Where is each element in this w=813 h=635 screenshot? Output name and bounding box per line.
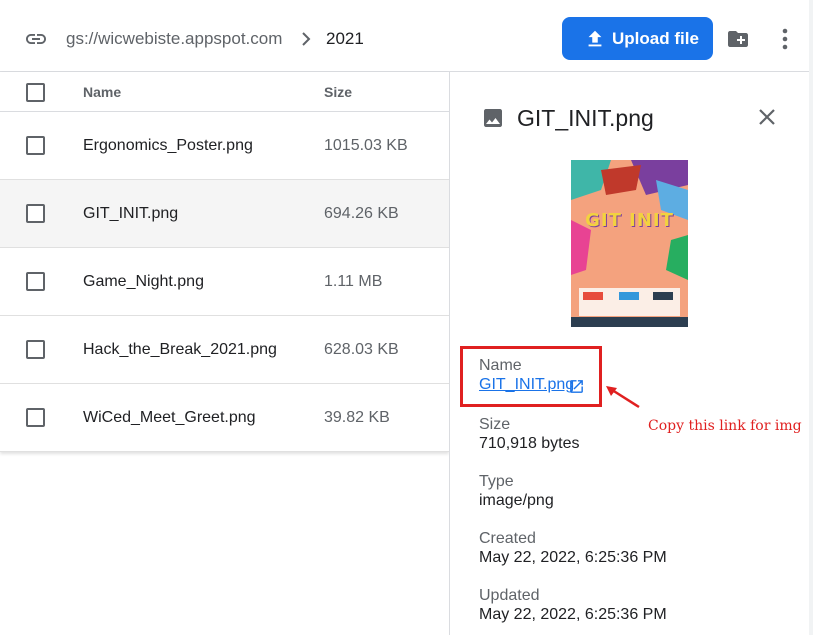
new-folder-icon[interactable] — [724, 27, 752, 51]
column-header-size[interactable]: Size — [324, 84, 352, 100]
select-all-checkbox[interactable] — [26, 83, 45, 102]
created-label: Created — [479, 530, 536, 547]
table-row[interactable]: Game_Night.png 1.11 MB — [0, 248, 449, 316]
file-name[interactable]: Game_Night.png — [83, 273, 204, 291]
size-value: 710,918 bytes — [479, 435, 580, 452]
file-size: 39.82 KB — [324, 409, 390, 426]
file-size: 694.26 KB — [324, 205, 399, 222]
size-label: Size — [479, 416, 511, 433]
poster-graphic — [571, 160, 688, 327]
updated-value: May 22, 2022, 6:25:36 PM — [479, 606, 667, 623]
file-name[interactable]: Hack_the_Break_2021.png — [83, 341, 277, 359]
breadcrumb-current-folder: 2021 — [326, 29, 364, 48]
storage-browser-window: gs://wicwebiste.appspot.com 2021 Upload … — [0, 0, 809, 635]
table-row-selected[interactable]: GIT_INIT.png 694.26 KB — [0, 180, 449, 248]
details-title: GIT_INIT.png — [517, 105, 654, 131]
poster-title: GIT INIT — [585, 210, 674, 231]
row-checkbox[interactable] — [26, 340, 45, 359]
file-size: 628.03 KB — [324, 341, 399, 358]
file-table: Name Size Ergonomics_Poster.png 1015.03 … — [0, 72, 449, 452]
bucket-path[interactable]: gs://wicwebiste.appspot.com — [66, 29, 282, 49]
image-preview[interactable]: GIT INIT — [571, 160, 688, 327]
table-row[interactable]: Ergonomics_Poster.png 1015.03 KB — [0, 112, 449, 180]
updated-label: Updated — [479, 587, 540, 604]
row-checkbox[interactable] — [26, 204, 45, 223]
close-icon[interactable] — [756, 106, 778, 128]
annotation-text: Copy this link for img — [648, 418, 802, 434]
annotation-arrow-icon — [606, 386, 640, 409]
upload-file-label: Upload file — [612, 28, 699, 48]
row-checkbox[interactable] — [26, 136, 45, 155]
file-name[interactable]: Ergonomics_Poster.png — [83, 137, 253, 155]
file-name[interactable]: WiCed_Meet_Greet.png — [83, 409, 256, 427]
chevron-right-icon — [302, 32, 311, 46]
type-value: image/png — [479, 492, 554, 509]
type-label: Type — [479, 473, 514, 490]
row-checkbox[interactable] — [26, 272, 45, 291]
upload-icon — [588, 30, 602, 46]
column-header-name[interactable]: Name — [83, 84, 121, 100]
more-vert-icon[interactable] — [775, 26, 795, 52]
link-icon — [26, 34, 46, 44]
toolbar: gs://wicwebiste.appspot.com 2021 Upload … — [0, 0, 809, 72]
file-size: 1015.03 KB — [324, 137, 408, 154]
file-size: 1.11 MB — [324, 273, 383, 290]
table-header: Name Size — [0, 72, 449, 112]
file-name[interactable]: GIT_INIT.png — [83, 205, 178, 223]
table-row[interactable]: Hack_the_Break_2021.png 628.03 KB — [0, 316, 449, 384]
table-row[interactable]: WiCed_Meet_Greet.png 39.82 KB — [0, 384, 449, 452]
row-checkbox[interactable] — [26, 408, 45, 427]
created-value: May 22, 2022, 6:25:36 PM — [479, 549, 667, 566]
image-icon — [484, 109, 502, 127]
upload-file-button[interactable]: Upload file — [562, 17, 713, 60]
annotation-highlight-box — [460, 346, 602, 407]
